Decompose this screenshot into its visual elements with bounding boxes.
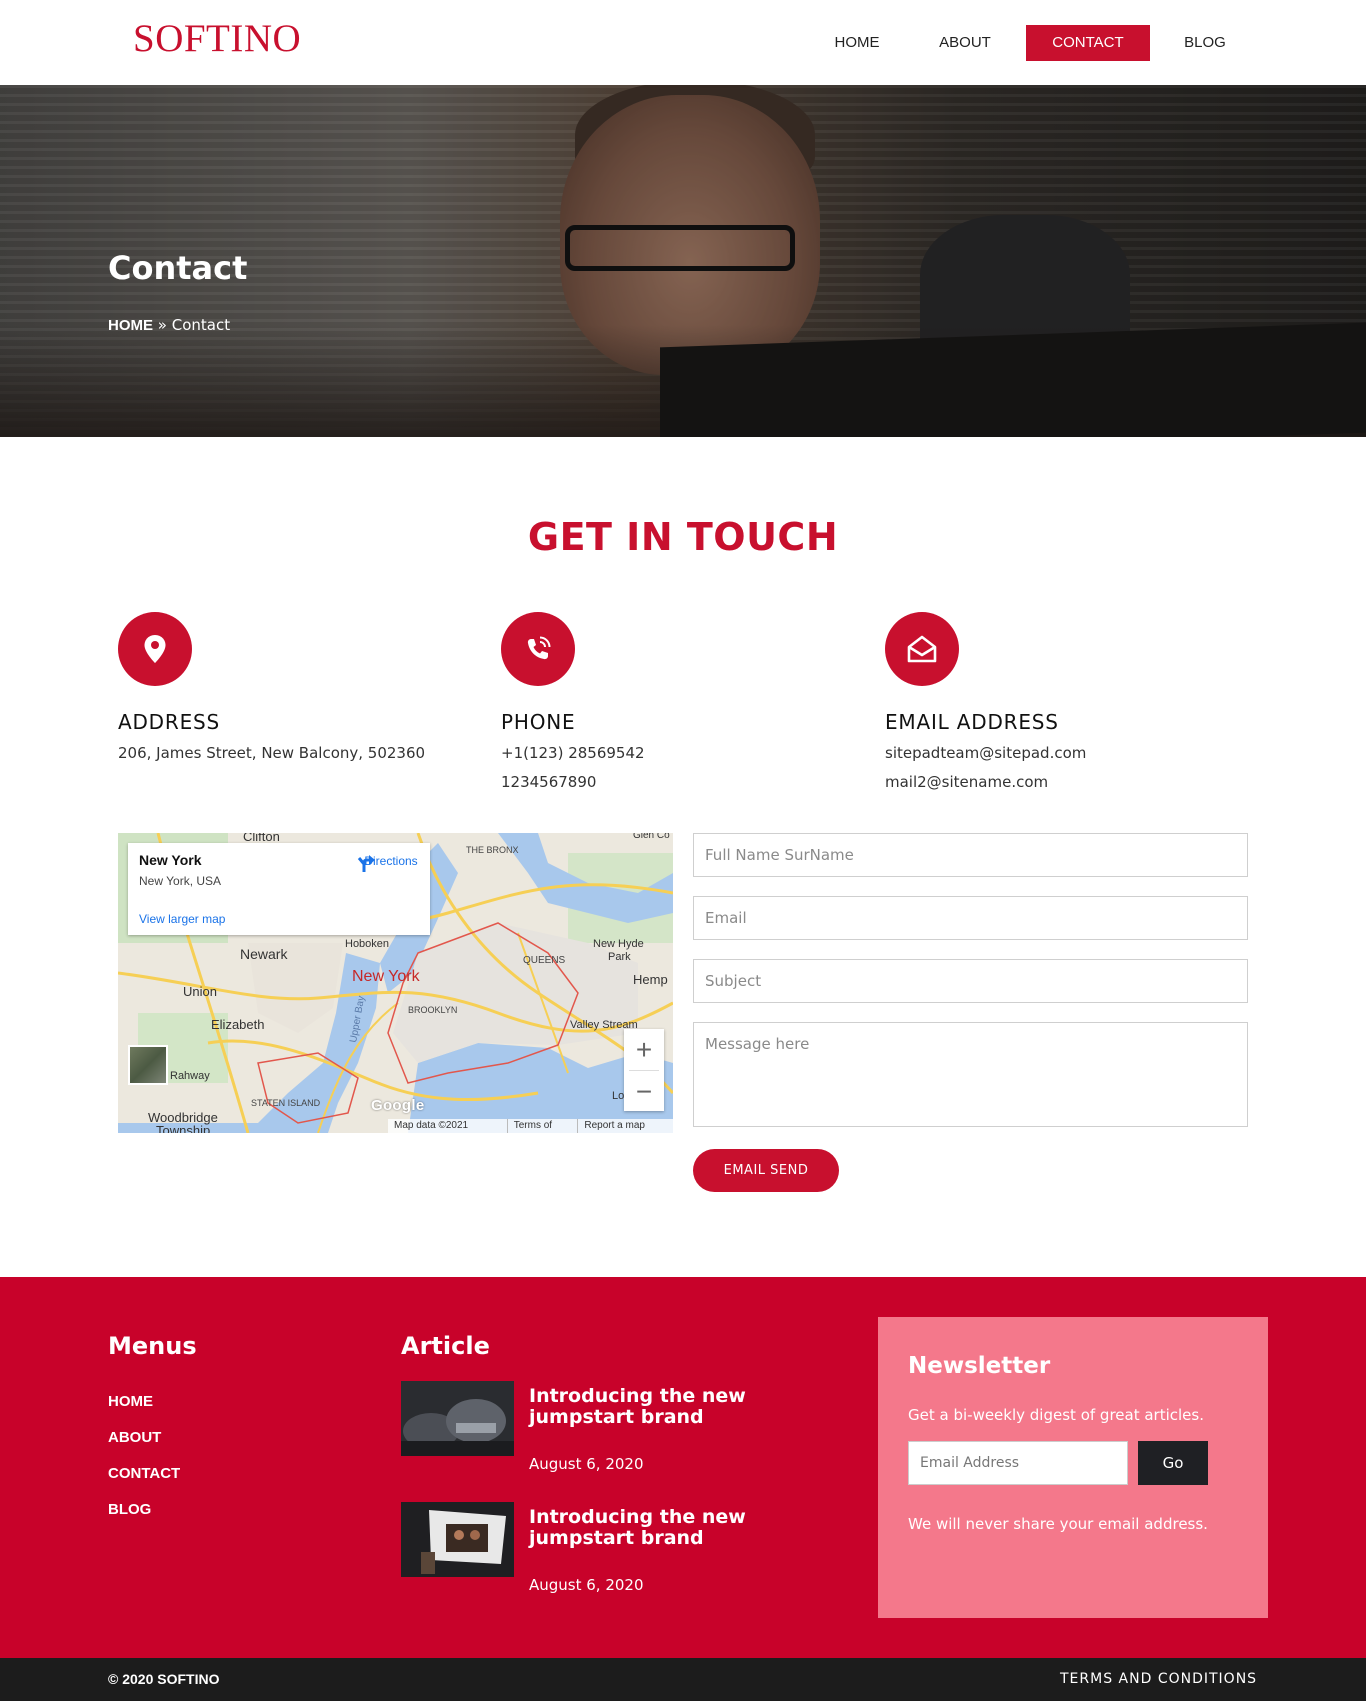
- map-zoom-controls: + −: [624, 1029, 664, 1111]
- article-date: August 6, 2020: [529, 1455, 644, 1473]
- map-label: Hemp: [633, 972, 668, 987]
- nav-about[interactable]: ABOUT: [920, 25, 1010, 61]
- email-send-button[interactable]: EMAIL SEND: [693, 1149, 839, 1192]
- google-logo: Google: [371, 1097, 425, 1114]
- terms-link[interactable]: TERMS AND CONDITIONS: [1060, 1671, 1257, 1687]
- breadcrumb-home-link[interactable]: HOME: [108, 317, 153, 334]
- full-name-input[interactable]: [693, 833, 1248, 877]
- bottom-bar: © 2020 SOFTINO TERMS AND CONDITIONS: [0, 1658, 1366, 1701]
- embedded-map[interactable]: Clifton THE BRONX Newark Hoboken New Yor…: [118, 833, 673, 1133]
- map-report-link[interactable]: Report a map error: [577, 1119, 673, 1133]
- nav-blog[interactable]: BLOG: [1160, 25, 1250, 61]
- hero-banner: Contact HOME » Contact: [0, 85, 1366, 437]
- site-logo[interactable]: SOFTINO: [133, 16, 301, 61]
- copyright: © 2020 SOFTINO: [108, 1671, 220, 1687]
- newsletter-description: Get a bi-weekly digest of great articles…: [908, 1406, 1204, 1424]
- site-header: SOFTINO HOME ABOUT CONTACT BLOG: [0, 0, 1366, 85]
- footer-article-heading: Article: [401, 1332, 490, 1360]
- map-terms-link[interactable]: Terms of Use: [506, 1119, 578, 1133]
- article-item: Introducing the new jumpstart brand Augu…: [401, 1502, 841, 1594]
- site-footer: Menus HOME ABOUT CONTACT BLOG Article In…: [0, 1277, 1366, 1658]
- map-attribution: Map data ©2021 Google Terms of Use Repor…: [388, 1119, 673, 1133]
- address-label: ADDRESS: [118, 710, 221, 734]
- email-input[interactable]: [693, 896, 1248, 940]
- section-title: GET IN TOUCH: [527, 515, 839, 559]
- email-line-1: sitepadteam@sitepad.com: [885, 744, 1087, 762]
- map-label: STATEN ISLAND: [251, 1098, 321, 1108]
- directions-icon: [357, 855, 375, 872]
- email-label: EMAIL ADDRESS: [885, 710, 1059, 734]
- article-title[interactable]: Introducing the new jumpstart brand: [529, 1507, 839, 1549]
- footer-menu-home[interactable]: HOME: [108, 1393, 153, 1410]
- phone-icon: [501, 612, 575, 686]
- phone-label: PHONE: [501, 710, 576, 734]
- phone-line-1: +1(123) 28569542: [501, 744, 645, 762]
- article-title[interactable]: Introducing the new jumpstart brand: [529, 1386, 839, 1428]
- nav-contact[interactable]: CONTACT: [1026, 25, 1150, 61]
- map-label: THE BRONX: [466, 845, 519, 855]
- satellite-toggle[interactable]: [128, 1045, 168, 1085]
- map-data-credit: Map data ©2021 Google: [394, 1120, 469, 1131]
- newsletter-privacy-note: We will never share your email address.: [908, 1515, 1208, 1533]
- article-date: August 6, 2020: [529, 1576, 644, 1594]
- map-place-name: New York: [139, 852, 202, 868]
- article-thumbnail[interactable]: [401, 1381, 514, 1456]
- newsletter-title: Newsletter: [908, 1353, 1051, 1379]
- newsletter-go-button[interactable]: Go: [1138, 1441, 1208, 1485]
- map-place-address: New York, USA: [139, 874, 222, 888]
- map-label: Glen Co: [633, 833, 670, 841]
- map-label: BROOKLYN: [408, 1005, 457, 1015]
- footer-menus-heading: Menus: [108, 1332, 197, 1360]
- subject-input[interactable]: [693, 959, 1248, 1003]
- zoom-in-button[interactable]: +: [624, 1029, 664, 1070]
- zoom-out-button[interactable]: −: [624, 1071, 664, 1112]
- map-info-card: New York New York, USA View larger map D…: [128, 843, 430, 935]
- map-label: Newark: [240, 946, 288, 962]
- map-label: Lo: [612, 1090, 624, 1102]
- map-label: Union: [183, 984, 217, 999]
- map-label: Hoboken: [345, 938, 389, 950]
- newsletter-box: Newsletter Get a bi-weekly digest of gre…: [878, 1317, 1268, 1618]
- map-label: New York: [352, 968, 421, 985]
- article-thumbnail[interactable]: [401, 1502, 514, 1577]
- phone-block: PHONE +1(123) 28569542 1234567890: [501, 612, 861, 792]
- breadcrumb: HOME » Contact: [108, 316, 230, 334]
- map-label: New Hyde: [593, 938, 644, 950]
- footer-menu-blog[interactable]: BLOG: [108, 1501, 151, 1518]
- address-block: ADDRESS 206, James Street, New Balcony, …: [118, 612, 478, 763]
- map-label: Rahway: [170, 1070, 210, 1082]
- envelope-open-icon: [885, 612, 959, 686]
- email-block: EMAIL ADDRESS sitepadteam@sitepad.com ma…: [885, 612, 1245, 792]
- map-label: QUEENS: [523, 955, 566, 966]
- map-pin-icon: [118, 612, 192, 686]
- map-label: Park: [608, 951, 631, 963]
- address-line: 206, James Street, New Balcony, 502360: [118, 744, 426, 762]
- view-larger-map-link[interactable]: View larger map: [139, 912, 225, 926]
- map-label: Township: [156, 1123, 210, 1133]
- map-label: Elizabeth: [211, 1017, 264, 1032]
- email-line-2: mail2@sitename.com: [885, 773, 1049, 791]
- map-directions-button[interactable]: Directions: [356, 853, 426, 872]
- article-item: Introducing the new jumpstart brand Augu…: [401, 1381, 841, 1473]
- footer-menu-contact[interactable]: CONTACT: [108, 1465, 180, 1482]
- phone-line-2: 1234567890: [501, 773, 597, 791]
- breadcrumb-current: Contact: [171, 316, 231, 334]
- page-title: Contact: [108, 249, 248, 287]
- nav-home[interactable]: HOME: [812, 25, 902, 61]
- breadcrumb-separator: »: [157, 316, 167, 334]
- footer-menu-about[interactable]: ABOUT: [108, 1429, 161, 1446]
- message-textarea[interactable]: [693, 1022, 1248, 1127]
- newsletter-email-input[interactable]: [908, 1441, 1128, 1485]
